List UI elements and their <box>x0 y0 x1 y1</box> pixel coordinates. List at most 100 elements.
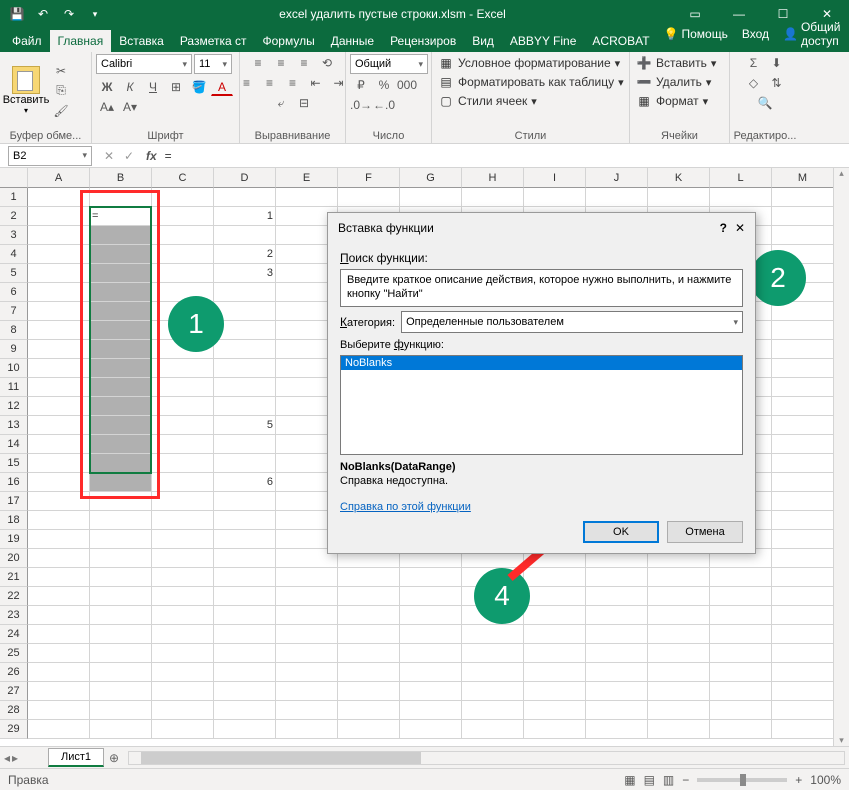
fill-color-button[interactable]: 🪣 <box>188 78 210 96</box>
cell-C10[interactable] <box>152 359 214 378</box>
cell-B14[interactable] <box>90 435 152 454</box>
cell-B5[interactable] <box>90 264 152 283</box>
cell-D22[interactable] <box>214 587 276 606</box>
cell-G25[interactable] <box>400 644 462 663</box>
cell-M19[interactable] <box>772 530 834 549</box>
dialog-titlebar[interactable]: Вставка функции ? ✕ <box>328 213 755 243</box>
cell-H29[interactable] <box>462 720 524 739</box>
cell-F29[interactable] <box>338 720 400 739</box>
cell-M26[interactable] <box>772 663 834 682</box>
row-header-2[interactable]: 2 <box>0 207 28 226</box>
tab-view[interactable]: Вид <box>464 30 502 52</box>
row-header-19[interactable]: 19 <box>0 530 28 549</box>
format-painter-icon[interactable]: 🖌 <box>50 102 72 120</box>
cell-K21[interactable] <box>648 568 710 587</box>
cell-B7[interactable] <box>90 302 152 321</box>
cell-I27[interactable] <box>524 682 586 701</box>
currency-icon[interactable]: ₽ <box>350 76 372 94</box>
format-cells-button[interactable]: ▦Формат▾ <box>634 92 710 110</box>
cell-A20[interactable] <box>28 549 90 568</box>
tab-file[interactable]: Файл <box>4 30 50 52</box>
cell-M18[interactable] <box>772 511 834 530</box>
cell-E21[interactable] <box>276 568 338 587</box>
select-all[interactable] <box>0 168 28 188</box>
cell-K28[interactable] <box>648 701 710 720</box>
cell-G26[interactable] <box>400 663 462 682</box>
cell-F24[interactable] <box>338 625 400 644</box>
cell-D24[interactable] <box>214 625 276 644</box>
row-header-14[interactable]: 14 <box>0 435 28 454</box>
align-center-icon[interactable]: ≡ <box>259 74 281 92</box>
cell-A14[interactable] <box>28 435 90 454</box>
row-header-8[interactable]: 8 <box>0 321 28 340</box>
row-header-24[interactable]: 24 <box>0 625 28 644</box>
cell-A25[interactable] <box>28 644 90 663</box>
cell-K1[interactable] <box>648 188 710 207</box>
cell-D4[interactable]: 2 <box>214 245 276 264</box>
cell-I23[interactable] <box>524 606 586 625</box>
fill-icon[interactable]: ⬇ <box>766 54 788 72</box>
cell-D19[interactable] <box>214 530 276 549</box>
cancel-formula-icon[interactable]: ✕ <box>100 147 118 165</box>
cell-B1[interactable] <box>90 188 152 207</box>
cell-B22[interactable] <box>90 587 152 606</box>
cell-A24[interactable] <box>28 625 90 644</box>
cell-K22[interactable] <box>648 587 710 606</box>
tab-home[interactable]: Главная <box>50 30 112 52</box>
cell-A5[interactable] <box>28 264 90 283</box>
col-header-E[interactable]: E <box>276 168 338 188</box>
cell-C20[interactable] <box>152 549 214 568</box>
cell-I22[interactable] <box>524 587 586 606</box>
cell-M22[interactable] <box>772 587 834 606</box>
row-header-18[interactable]: 18 <box>0 511 28 530</box>
align-top-icon[interactable]: ≡ <box>247 54 269 72</box>
function-list[interactable]: NoBlanks <box>340 355 743 455</box>
cell-L27[interactable] <box>710 682 772 701</box>
horizontal-scrollbar[interactable] <box>128 751 845 765</box>
font-name-select[interactable]: Calibri <box>96 54 192 74</box>
indent-decrease-icon[interactable]: ⇤ <box>305 74 327 92</box>
cell-B4[interactable] <box>90 245 152 264</box>
cell-B25[interactable] <box>90 644 152 663</box>
cell-F25[interactable] <box>338 644 400 663</box>
cell-M8[interactable] <box>772 321 834 340</box>
cell-C21[interactable] <box>152 568 214 587</box>
view-normal-icon[interactable]: ▦ <box>624 773 635 787</box>
fx-icon[interactable]: fx <box>146 149 157 163</box>
cell-M21[interactable] <box>772 568 834 587</box>
cell-J25[interactable] <box>586 644 648 663</box>
cell-B13[interactable] <box>90 416 152 435</box>
sheet-tab-1[interactable]: Лист1 <box>48 748 104 767</box>
cell-A23[interactable] <box>28 606 90 625</box>
undo-icon[interactable]: ↶ <box>32 3 54 25</box>
cell-D23[interactable] <box>214 606 276 625</box>
row-header-17[interactable]: 17 <box>0 492 28 511</box>
cell-A4[interactable] <box>28 245 90 264</box>
cell-B23[interactable] <box>90 606 152 625</box>
vertical-scrollbar[interactable] <box>833 168 849 746</box>
cell-B3[interactable] <box>90 226 152 245</box>
cell-C19[interactable] <box>152 530 214 549</box>
copy-icon[interactable]: ⎘ <box>50 82 72 100</box>
ok-button[interactable]: OK <box>583 521 659 543</box>
zoom-level[interactable]: 100% <box>810 773 841 787</box>
col-header-M[interactable]: M <box>772 168 834 188</box>
cell-C27[interactable] <box>152 682 214 701</box>
cell-B17[interactable] <box>90 492 152 511</box>
cell-F22[interactable] <box>338 587 400 606</box>
cell-C4[interactable] <box>152 245 214 264</box>
cell-C11[interactable] <box>152 378 214 397</box>
zoom-slider[interactable] <box>697 778 787 782</box>
cell-D6[interactable] <box>214 283 276 302</box>
cell-F1[interactable] <box>338 188 400 207</box>
cell-C16[interactable] <box>152 473 214 492</box>
align-middle-icon[interactable]: ≡ <box>270 54 292 72</box>
comma-icon[interactable]: 000 <box>396 76 418 94</box>
italic-button[interactable]: К <box>119 78 141 96</box>
cell-C2[interactable] <box>152 207 214 226</box>
insert-cells-button[interactable]: ➕Вставить▾ <box>634 54 718 72</box>
cell-M11[interactable] <box>772 378 834 397</box>
cell-K26[interactable] <box>648 663 710 682</box>
cell-D10[interactable] <box>214 359 276 378</box>
tab-formulas[interactable]: Формулы <box>255 30 323 52</box>
